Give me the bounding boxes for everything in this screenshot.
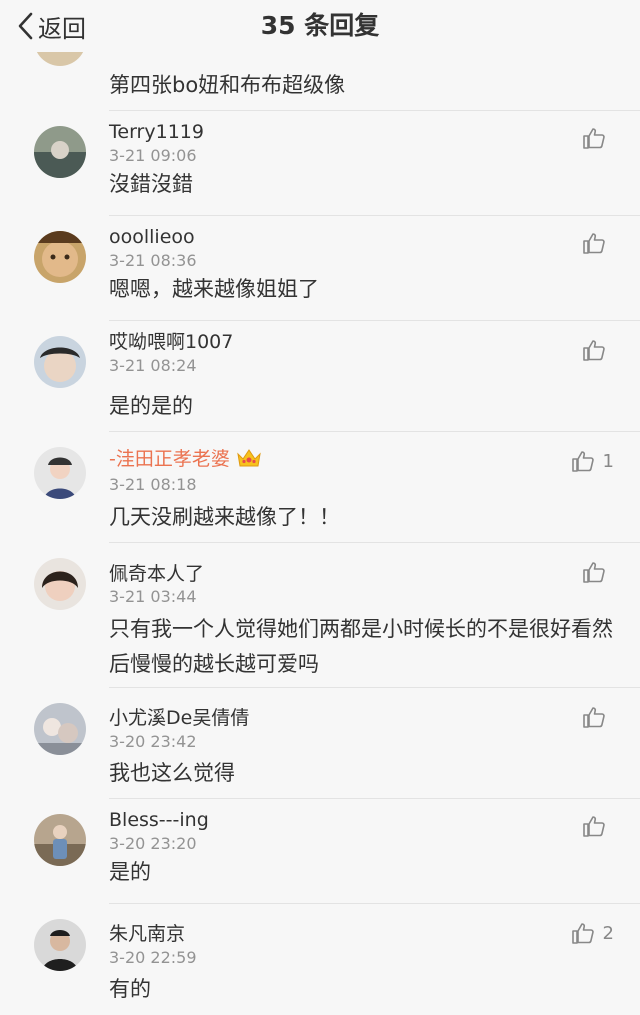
avatar[interactable] [34,814,86,866]
comment-text: 几天没刷越来越像了！！ [109,505,340,529]
comment-text: 是的 [109,860,151,884]
comment-text: 嗯嗯，越来越像姐姐了 [109,277,319,301]
like-count: 2 [602,922,614,944]
like-button[interactable] [582,561,614,583]
like-button[interactable] [582,706,614,728]
comment-item: 哎呦喂啊1007 3-21 08:24 是的是的 [0,321,640,432]
like-button[interactable] [582,339,614,361]
thumbs-up-icon [583,816,605,837]
username[interactable]: -洼田正孝老婆 [109,446,262,472]
comment-item: 佩奇本人了 3-21 03:44 只有我一个人觉得她们两都是小时候长的不是很好看… [0,543,640,688]
timestamp: 3-21 08:18 [109,475,197,494]
comment-item: 小尤溪De吴倩倩 3-20 23:42 我也这么觉得 [0,688,640,799]
comment-text: 是的是的 [109,394,193,418]
timestamp: 3-21 08:36 [109,251,197,270]
username[interactable]: Terry1119 [109,119,204,145]
username[interactable]: 朱凡南京 [109,921,185,947]
comment-text: 只有我一个人觉得她们两都是小时候长的不是很好看然后慢慢的越长越可爱吗 [109,617,613,676]
username-text: -洼田正孝老婆 [109,448,230,470]
thumbs-up-icon [583,233,605,254]
timestamp: 3-20 22:59 [109,948,197,967]
like-button[interactable] [582,232,614,254]
like-button[interactable]: 2 [571,922,614,944]
crown-icon [237,448,261,466]
like-count: 1 [602,450,614,472]
avatar[interactable] [34,703,86,755]
username[interactable]: ooollieoo [109,224,195,250]
avatar[interactable] [34,336,86,388]
avatar[interactable] [34,231,86,283]
like-button[interactable]: 1 [571,450,614,472]
page-title: 35 条回复 [260,11,380,40]
avatar[interactable] [34,126,86,178]
comment-item: Terry1119 3-21 09:06 沒錯沒錯 [0,111,640,216]
thumbs-up-icon [571,451,594,472]
timestamp: 3-20 23:42 [109,732,197,751]
timestamp: 3-21 09:06 [109,146,197,165]
timestamp: 3-20 23:20 [109,834,197,853]
thumbs-up-icon [583,340,605,361]
comment-list: 第四张bo妞和布布超级像 Terry1119 3-21 09:06 沒錯沒錯 o… [0,0,640,1015]
thumbs-up-icon [571,923,594,944]
avatar[interactable] [34,558,86,610]
username[interactable]: 哎呦喂啊1007 [109,329,233,355]
like-button[interactable] [582,815,614,837]
username[interactable]: Bless---ing [109,807,209,833]
avatar[interactable] [34,447,86,499]
comment-item: -洼田正孝老婆 3-21 08:18 几天没刷越来越像了！！ 1 [0,432,640,543]
comment-text: 沒錯沒錯 [109,172,193,196]
comment-text: 有的 [109,977,151,1001]
like-button[interactable] [582,127,614,149]
comment-item: 朱凡南京 3-20 22:59 有的 2 [0,904,640,1015]
thumbs-up-icon [583,707,605,728]
comment-item: ooollieoo 3-21 08:36 嗯嗯，越来越像姐姐了 [0,216,640,321]
comment-text: 第四张bo妞和布布超级像 [109,73,346,97]
username[interactable]: 小尤溪De吴倩倩 [109,705,249,731]
nav-bar: 返回 35 条回复 [0,0,640,52]
thumbs-up-icon [583,128,605,149]
comment-text: 我也这么觉得 [109,761,235,785]
timestamp: 3-21 03:44 [109,587,197,606]
username[interactable]: 佩奇本人了 [109,561,204,587]
comment-item: Bless---ing 3-20 23:20 是的 [0,799,640,904]
timestamp: 3-21 08:24 [109,356,197,375]
thumbs-up-icon [583,562,605,583]
avatar[interactable] [34,919,86,971]
